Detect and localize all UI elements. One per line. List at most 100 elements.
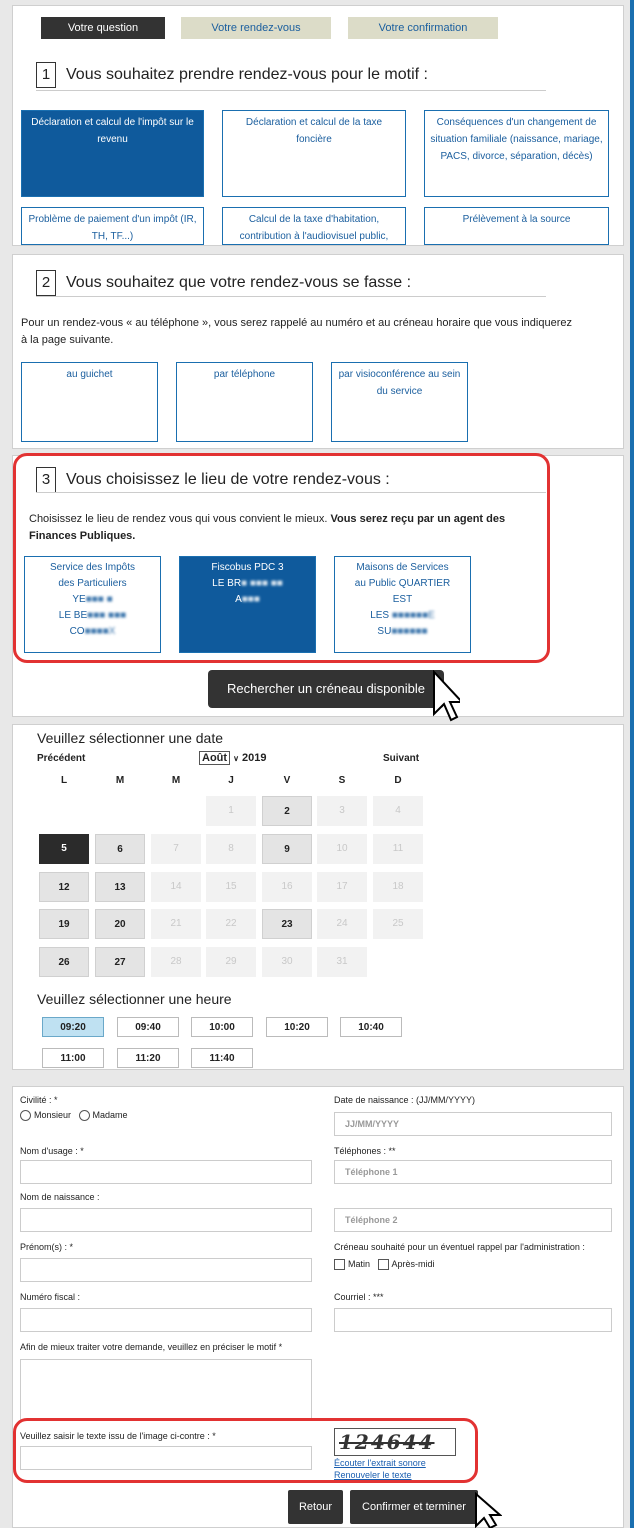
matin-label: Matin	[348, 1259, 371, 1269]
calendar-day: 14	[151, 872, 201, 902]
nom-usage-input[interactable]	[20, 1160, 312, 1184]
checkbox-matin[interactable]	[334, 1259, 345, 1271]
lieu-highlight	[13, 453, 550, 663]
nom-naissance-label: Nom de naissance :	[20, 1192, 100, 1202]
section-2-heading: Vous souhaitez que votre rendez-vous se …	[66, 274, 412, 291]
calendar-day: 28	[151, 947, 201, 977]
calendar-day: 10	[317, 834, 367, 864]
apres-midi-label: Après-midi	[391, 1259, 435, 1269]
radio-monsieur[interactable]	[20, 1110, 31, 1122]
nom-usage-label: Nom d'usage : *	[20, 1146, 84, 1156]
calendar-day: 16	[262, 872, 312, 902]
confirm-button[interactable]: Confirmer et terminer	[350, 1490, 478, 1524]
mode-option-telephone[interactable]: par téléphone	[176, 362, 313, 442]
mode-option-guichet[interactable]: au guichet	[21, 362, 158, 442]
calendar-day: 18	[373, 872, 423, 902]
courriel-label: Courriel : ***	[334, 1292, 384, 1302]
courriel-input[interactable]	[334, 1308, 612, 1332]
divider	[36, 90, 546, 91]
madame-label: Madame	[92, 1110, 128, 1120]
weekday-header: L	[60, 775, 68, 786]
motif-option-taxe-fonciere[interactable]: Déclaration et calcul de la taxe foncièr…	[222, 110, 406, 197]
calendar-day[interactable]: 19	[39, 909, 89, 939]
motif-option-paiement[interactable]: Problème de paiement d'un impôt (IR, TH,…	[21, 207, 204, 245]
civilite-radios: Monsieur Madame	[20, 1110, 128, 1122]
section-2-intro: Pour un rendez-vous « au téléphone », vo…	[21, 317, 572, 346]
captcha-highlight	[13, 1418, 478, 1483]
telephone-2-input[interactable]: Téléphone 2	[334, 1208, 612, 1232]
calendar-day: 24	[317, 909, 367, 939]
calendar-day[interactable]: 20	[95, 909, 145, 939]
time-slot[interactable]: 11:20	[117, 1048, 179, 1068]
time-slot[interactable]: 11:00	[42, 1048, 104, 1068]
next-month-link[interactable]: Suivant	[383, 753, 419, 764]
cursor-icon	[475, 1492, 502, 1528]
calendar-day[interactable]: 5	[39, 834, 89, 864]
prenom-label: Prénom(s) : *	[20, 1242, 74, 1252]
motif-option-situation-familiale[interactable]: Conséquences d'un changement de situatio…	[424, 110, 609, 197]
cursor-icon	[433, 670, 460, 722]
prev-month-link[interactable]: Précédent	[37, 753, 85, 764]
calendar-day: 25	[373, 909, 423, 939]
calendar-day[interactable]: 26	[39, 947, 89, 977]
monsieur-label: Monsieur	[34, 1110, 72, 1120]
motif-label: Afin de mieux traiter votre demande, veu…	[20, 1342, 283, 1352]
divider	[36, 296, 546, 297]
nom-naissance-input[interactable]	[20, 1208, 312, 1232]
calendar-day[interactable]: 13	[95, 872, 145, 902]
motif-option-prelevement[interactable]: Prélèvement à la source	[424, 207, 609, 245]
calendar-day: 1	[206, 796, 256, 826]
calendar-day: 15	[206, 872, 256, 902]
mode-option-visio[interactable]: par visioconférence au sein du service	[331, 362, 468, 442]
month-select[interactable]: Août ∨ 2019	[199, 751, 267, 765]
calendar-day: 11	[373, 834, 423, 864]
calendar-day[interactable]: 27	[95, 947, 145, 977]
tab-votre-confirmation[interactable]: Votre confirmation	[348, 17, 498, 39]
retour-button[interactable]: Retour	[288, 1490, 343, 1524]
section-number: 2	[36, 270, 56, 296]
radio-madame[interactable]	[78, 1110, 90, 1122]
weekday-header: S	[338, 775, 346, 786]
weekday-header: M	[171, 775, 181, 786]
calendar-day: 29	[206, 947, 256, 977]
creneau-label: Créneau souhaité pour un éventuel rappel…	[334, 1242, 585, 1252]
motif-option-taxe-habitation[interactable]: Calcul de la taxe d'habitation, contribu…	[222, 207, 406, 245]
tab-votre-rendez-vous[interactable]: Votre rendez-vous	[181, 17, 331, 39]
time-slot[interactable]: 11:40	[191, 1048, 253, 1068]
calendar-day: 17	[317, 872, 367, 902]
calendar-day: 3	[317, 796, 367, 826]
time-slot[interactable]: 09:40	[117, 1017, 179, 1037]
time-slot[interactable]: 09:20	[42, 1017, 104, 1037]
calendar-day: 22	[206, 909, 256, 939]
search-slot-button[interactable]: Rechercher un créneau disponible	[208, 670, 444, 708]
time-title: Veuillez sélectionner une heure	[37, 991, 232, 1007]
date-naissance-input[interactable]: JJ/MM/YYYY	[334, 1112, 612, 1136]
calendar-title: Veuillez sélectionner une date	[37, 730, 224, 746]
section-number: 1	[36, 62, 56, 88]
motif-option-impot-revenu[interactable]: Déclaration et calcul de l'impôt sur le …	[21, 110, 204, 197]
section-1-heading: Vous souhaitez prendre rendez-vous pour …	[66, 66, 428, 83]
calendar-day: 30	[262, 947, 312, 977]
telephone-1-input[interactable]: Téléphone 1	[334, 1160, 612, 1184]
calendar-day: 8	[206, 834, 256, 864]
chevron-down-icon: ∨	[233, 754, 239, 763]
creneau-checkboxes: Matin Après-midi	[334, 1259, 435, 1271]
numero-fiscal-input[interactable]	[20, 1308, 312, 1332]
date-naissance-label: Date de naissance : (JJ/MM/YYYY)	[334, 1095, 476, 1105]
calendar-day[interactable]: 6	[95, 834, 145, 864]
motif-textarea[interactable]	[20, 1359, 312, 1421]
weekday-header: D	[394, 775, 402, 786]
checkbox-apres-midi[interactable]	[377, 1259, 389, 1271]
calendar-day: 7	[151, 834, 201, 864]
tab-votre-question[interactable]: Votre question	[41, 17, 165, 39]
calendar-day[interactable]: 2	[262, 796, 312, 826]
calendar-day[interactable]: 23	[262, 909, 312, 939]
calendar-day[interactable]: 9	[262, 834, 312, 864]
calendar-day[interactable]: 12	[39, 872, 89, 902]
time-slot[interactable]: 10:00	[191, 1017, 253, 1037]
time-slot[interactable]: 10:20	[266, 1017, 328, 1037]
calendar-day: 21	[151, 909, 201, 939]
calendar-day: 31	[317, 947, 367, 977]
time-slot[interactable]: 10:40	[340, 1017, 402, 1037]
prenom-input[interactable]	[20, 1258, 312, 1282]
